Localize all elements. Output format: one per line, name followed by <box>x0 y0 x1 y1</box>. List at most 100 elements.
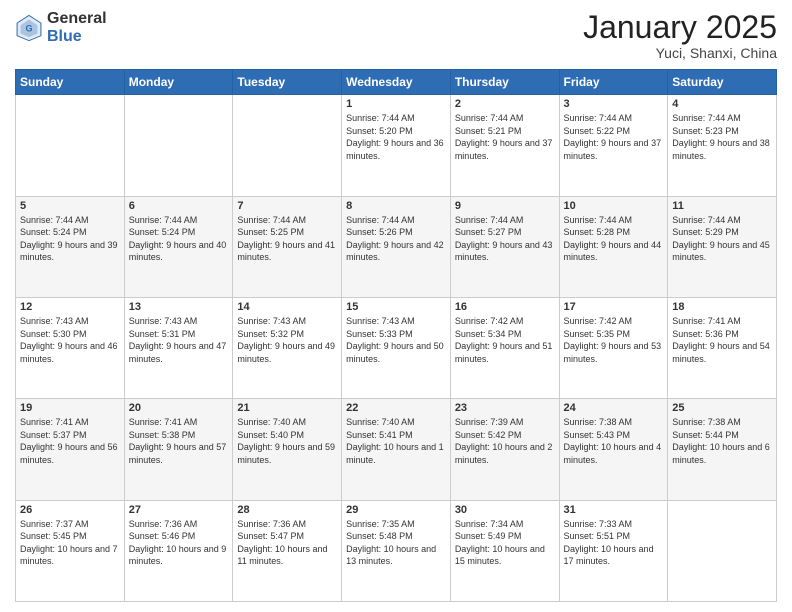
day-number: 27 <box>129 504 229 516</box>
header-friday: Friday <box>559 70 668 95</box>
header-monday: Monday <box>124 70 233 95</box>
calendar-cell-2-1: 5 Sunrise: 7:44 AM Sunset: 5:24 PM Daylig… <box>16 196 125 297</box>
cell-content: Sunrise: 7:35 AM Sunset: 5:48 PM Dayligh… <box>346 518 446 568</box>
day-number: 7 <box>237 200 337 212</box>
day-number: 28 <box>237 504 337 516</box>
cell-content: Sunrise: 7:37 AM Sunset: 5:45 PM Dayligh… <box>20 518 120 568</box>
calendar-cell-2-4: 8 Sunrise: 7:44 AM Sunset: 5:26 PM Daylig… <box>342 196 451 297</box>
logo-blue-text: Blue <box>47 28 107 46</box>
calendar-cell-1-3 <box>233 95 342 196</box>
day-number: 22 <box>346 402 446 414</box>
header-sunday: Sunday <box>16 70 125 95</box>
cell-content: Sunrise: 7:36 AM Sunset: 5:47 PM Dayligh… <box>237 518 337 568</box>
cell-content: Sunrise: 7:43 AM Sunset: 5:33 PM Dayligh… <box>346 315 446 365</box>
calendar-cell-2-2: 6Sunrise: 7:44 AM Sunset: 5:24 PM Daylig… <box>124 196 233 297</box>
cell-content: Sunrise: 7:40 AM Sunset: 5:41 PM Dayligh… <box>346 416 446 466</box>
calendar-cell-2-6: 10Sunrise: 7:44 AM Sunset: 5:28 PM Dayli… <box>559 196 668 297</box>
day-number: 25 <box>672 402 772 414</box>
calendar-cell-2-5: 9 Sunrise: 7:44 AM Sunset: 5:27 PM Daylig… <box>450 196 559 297</box>
calendar-cell-3-5: 16 Sunrise: 7:42 AM Sunset: 5:34 PM Dayli… <box>450 297 559 398</box>
day-number: 8 <box>346 200 446 212</box>
cell-content: Sunrise: 7:38 AM Sunset: 5:44 PM Dayligh… <box>672 416 772 466</box>
calendar-cell-1-1 <box>16 95 125 196</box>
calendar-cell-4-3: 21Sunrise: 7:40 AM Sunset: 5:40 PM Dayli… <box>233 399 342 500</box>
calendar-cell-1-7: 4 Sunrise: 7:44 AM Sunset: 5:23 PM Daylig… <box>668 95 777 196</box>
calendar-table: Sunday Monday Tuesday Wednesday Thursday… <box>15 69 777 602</box>
calendar-cell-4-7: 25 Sunrise: 7:38 AM Sunset: 5:44 PM Dayli… <box>668 399 777 500</box>
day-number: 3 <box>564 98 664 110</box>
week-row-1: 1Sunrise: 7:44 AM Sunset: 5:20 PM Daylig… <box>16 95 777 196</box>
day-number: 31 <box>564 504 664 516</box>
cell-content: Sunrise: 7:44 AM Sunset: 5:25 PM Dayligh… <box>237 214 337 264</box>
calendar-cell-5-3: 28 Sunrise: 7:36 AM Sunset: 5:47 PM Dayli… <box>233 500 342 601</box>
calendar-cell-4-4: 22 Sunrise: 7:40 AM Sunset: 5:41 PM Dayli… <box>342 399 451 500</box>
cell-content: Sunrise: 7:43 AM Sunset: 5:30 PM Dayligh… <box>20 315 120 365</box>
cell-content: Sunrise: 7:44 AM Sunset: 5:21 PM Dayligh… <box>455 112 555 162</box>
cell-content: Sunrise: 7:41 AM Sunset: 5:36 PM Dayligh… <box>672 315 772 365</box>
day-number: 16 <box>455 301 555 313</box>
calendar-cell-3-3: 14 Sunrise: 7:43 AM Sunset: 5:32 PM Dayli… <box>233 297 342 398</box>
day-number: 12 <box>20 301 120 313</box>
calendar-cell-3-4: 15Sunrise: 7:43 AM Sunset: 5:33 PM Dayli… <box>342 297 451 398</box>
cell-content: Sunrise: 7:44 AM Sunset: 5:27 PM Dayligh… <box>455 214 555 264</box>
calendar-cell-4-6: 24Sunrise: 7:38 AM Sunset: 5:43 PM Dayli… <box>559 399 668 500</box>
cell-content: Sunrise: 7:42 AM Sunset: 5:34 PM Dayligh… <box>455 315 555 365</box>
calendar-cell-5-1: 26Sunrise: 7:37 AM Sunset: 5:45 PM Dayli… <box>16 500 125 601</box>
day-number: 29 <box>346 504 446 516</box>
day-number: 5 <box>20 200 120 212</box>
cell-content: Sunrise: 7:44 AM Sunset: 5:24 PM Dayligh… <box>20 214 120 264</box>
week-row-3: 12 Sunrise: 7:43 AM Sunset: 5:30 PM Dayli… <box>16 297 777 398</box>
calendar-cell-3-6: 17 Sunrise: 7:42 AM Sunset: 5:35 PM Dayli… <box>559 297 668 398</box>
calendar-cell-3-1: 12 Sunrise: 7:43 AM Sunset: 5:30 PM Dayli… <box>16 297 125 398</box>
logo-text: General Blue <box>47 10 107 45</box>
cell-content: Sunrise: 7:44 AM Sunset: 5:29 PM Dayligh… <box>672 214 772 264</box>
logo: G General Blue <box>15 10 107 45</box>
cell-content: Sunrise: 7:44 AM Sunset: 5:26 PM Dayligh… <box>346 214 446 264</box>
cell-content: Sunrise: 7:41 AM Sunset: 5:37 PM Dayligh… <box>20 416 120 466</box>
calendar-cell-3-2: 13 Sunrise: 7:43 AM Sunset: 5:31 PM Dayli… <box>124 297 233 398</box>
day-number: 14 <box>237 301 337 313</box>
calendar-cell-5-2: 27Sunrise: 7:36 AM Sunset: 5:46 PM Dayli… <box>124 500 233 601</box>
week-row-5: 26Sunrise: 7:37 AM Sunset: 5:45 PM Dayli… <box>16 500 777 601</box>
header: G General Blue January 2025 Yuci, Shanxi… <box>15 10 777 61</box>
day-number: 6 <box>129 200 229 212</box>
cell-content: Sunrise: 7:44 AM Sunset: 5:22 PM Dayligh… <box>564 112 664 162</box>
day-number: 13 <box>129 301 229 313</box>
day-number: 21 <box>237 402 337 414</box>
day-number: 11 <box>672 200 772 212</box>
calendar-cell-1-6: 3 Sunrise: 7:44 AM Sunset: 5:22 PM Daylig… <box>559 95 668 196</box>
day-number: 9 <box>455 200 555 212</box>
cell-content: Sunrise: 7:43 AM Sunset: 5:31 PM Dayligh… <box>129 315 229 365</box>
cell-content: Sunrise: 7:43 AM Sunset: 5:32 PM Dayligh… <box>237 315 337 365</box>
day-number: 19 <box>20 402 120 414</box>
day-number: 23 <box>455 402 555 414</box>
title-block: January 2025 Yuci, Shanxi, China <box>583 10 777 61</box>
calendar-cell-1-2 <box>124 95 233 196</box>
location: Yuci, Shanxi, China <box>583 45 777 61</box>
week-row-2: 5 Sunrise: 7:44 AM Sunset: 5:24 PM Daylig… <box>16 196 777 297</box>
day-number: 4 <box>672 98 772 110</box>
day-number: 18 <box>672 301 772 313</box>
header-saturday: Saturday <box>668 70 777 95</box>
cell-content: Sunrise: 7:39 AM Sunset: 5:42 PM Dayligh… <box>455 416 555 466</box>
day-number: 17 <box>564 301 664 313</box>
calendar-cell-4-5: 23 Sunrise: 7:39 AM Sunset: 5:42 PM Dayli… <box>450 399 559 500</box>
svg-text:G: G <box>25 23 32 33</box>
cell-content: Sunrise: 7:33 AM Sunset: 5:51 PM Dayligh… <box>564 518 664 568</box>
week-row-4: 19 Sunrise: 7:41 AM Sunset: 5:37 PM Dayli… <box>16 399 777 500</box>
calendar-cell-1-5: 2 Sunrise: 7:44 AM Sunset: 5:21 PM Daylig… <box>450 95 559 196</box>
weekday-header-row: Sunday Monday Tuesday Wednesday Thursday… <box>16 70 777 95</box>
page: G General Blue January 2025 Yuci, Shanxi… <box>0 0 792 612</box>
cell-content: Sunrise: 7:44 AM Sunset: 5:28 PM Dayligh… <box>564 214 664 264</box>
calendar-cell-4-2: 20Sunrise: 7:41 AM Sunset: 5:38 PM Dayli… <box>124 399 233 500</box>
cell-content: Sunrise: 7:38 AM Sunset: 5:43 PM Dayligh… <box>564 416 664 466</box>
logo-general-text: General <box>47 10 107 28</box>
cell-content: Sunrise: 7:42 AM Sunset: 5:35 PM Dayligh… <box>564 315 664 365</box>
calendar-cell-1-4: 1Sunrise: 7:44 AM Sunset: 5:20 PM Daylig… <box>342 95 451 196</box>
header-thursday: Thursday <box>450 70 559 95</box>
cell-content: Sunrise: 7:41 AM Sunset: 5:38 PM Dayligh… <box>129 416 229 466</box>
logo-icon: G <box>15 14 43 42</box>
cell-content: Sunrise: 7:44 AM Sunset: 5:23 PM Dayligh… <box>672 112 772 162</box>
calendar-cell-5-7 <box>668 500 777 601</box>
day-number: 2 <box>455 98 555 110</box>
